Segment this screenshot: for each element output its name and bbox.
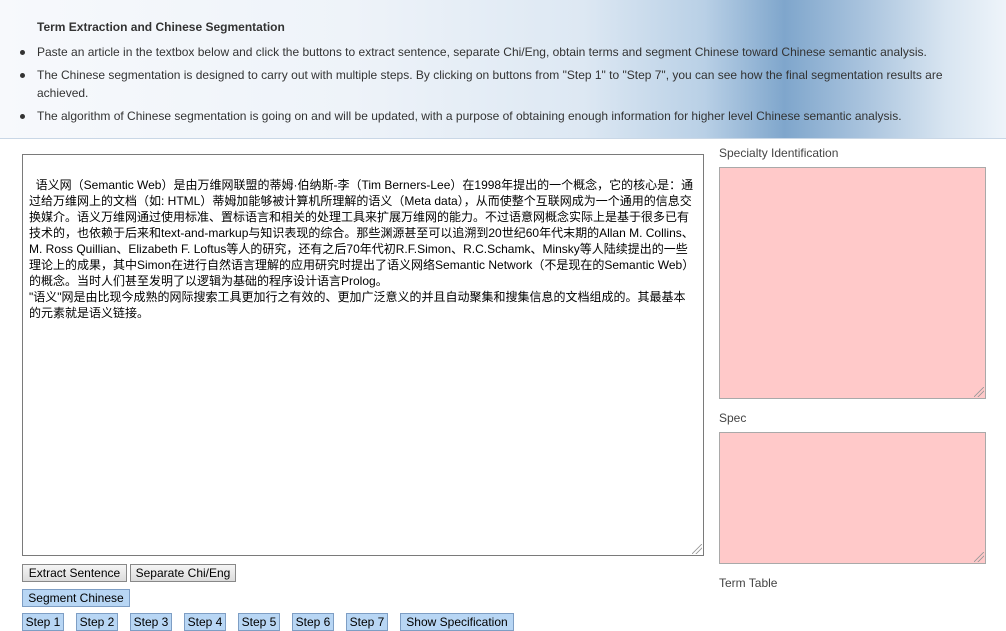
instruction-item: Paste an article in the textbox below an… [16,43,986,61]
bullet-icon [20,50,25,55]
spec-textarea[interactable] [719,432,986,564]
bullet-icon [20,114,25,119]
spec-label: Spec [719,411,747,425]
separate-chi-eng-button[interactable]: Separate Chi/Eng [130,564,236,582]
resize-grip-icon[interactable] [974,387,984,397]
extract-sentence-button[interactable]: Extract Sentence [22,564,127,582]
article-text: 语义网（Semantic Web）是由万维网联盟的蒂姆·伯纳斯-李（Tim Be… [29,178,695,320]
step-2-button[interactable]: Step 2 [76,613,118,631]
resize-grip-icon[interactable] [692,544,702,554]
page-title: Term Extraction and Chinese Segmentation [37,20,285,34]
article-textarea[interactable]: 语义网（Semantic Web）是由万维网联盟的蒂姆·伯纳斯-李（Tim Be… [22,154,704,556]
instruction-item: The Chinese segmentation is designed to … [16,66,986,102]
instruction-item: The algorithm of Chinese segmentation is… [16,107,986,125]
step-7-button[interactable]: Step 7 [346,613,388,631]
instructions-list: Paste an article in the textbox below an… [16,43,986,130]
step-1-button[interactable]: Step 1 [22,613,64,631]
header-banner: Term Extraction and Chinese Segmentation… [0,0,1006,139]
term-table-label: Term Table [719,576,778,590]
bullet-icon [20,73,25,78]
step-4-button[interactable]: Step 4 [184,613,226,631]
show-specification-button[interactable]: Show Specification [400,613,514,631]
step-6-button[interactable]: Step 6 [292,613,334,631]
resize-grip-icon[interactable] [974,552,984,562]
step-3-button[interactable]: Step 3 [130,613,172,631]
step-5-button[interactable]: Step 5 [238,613,280,631]
specialty-identification-label: Specialty Identification [719,146,839,160]
segment-chinese-button[interactable]: Segment Chinese [22,589,130,607]
specialty-identification-textarea[interactable] [719,167,986,399]
